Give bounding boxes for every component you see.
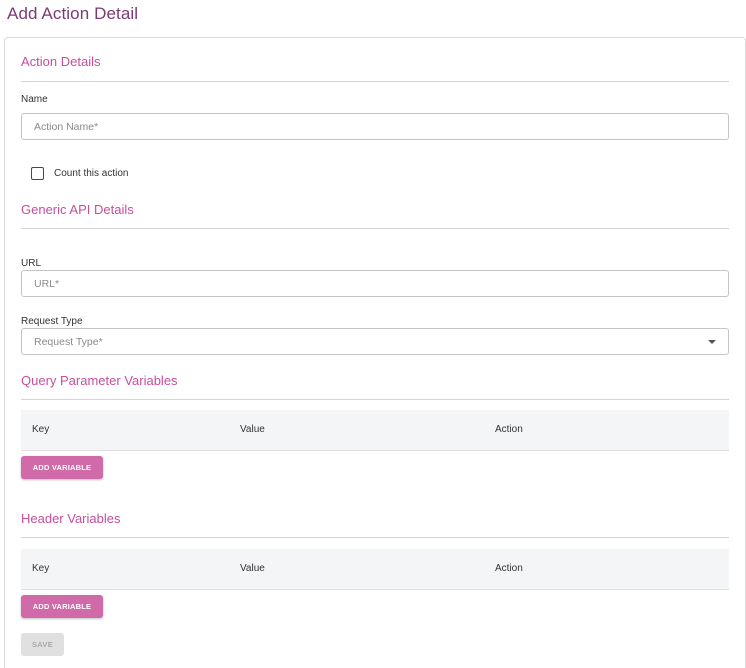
divider: [21, 228, 729, 229]
query-params-table-header: Key Value Action: [21, 410, 729, 451]
divider: [21, 537, 729, 538]
column-key: Key: [32, 563, 50, 574]
action-name-input[interactable]: [22, 114, 728, 139]
generic-api-title: Generic API Details: [21, 202, 134, 217]
header-variables-table-header: Key Value Action: [21, 549, 729, 590]
page-title: Add Action Detail: [7, 4, 139, 23]
count-action-checkbox[interactable]: [31, 166, 44, 180]
action-details-title: Action Details: [21, 54, 101, 69]
url-field: [21, 270, 729, 297]
action-name-field: [21, 113, 729, 140]
column-value: Value: [240, 563, 265, 574]
request-type-select[interactable]: Request Type*: [21, 328, 729, 355]
column-key: Key: [32, 424, 50, 435]
action-detail-card: Action Details Name Count this action Ge…: [4, 37, 746, 668]
divider: [21, 399, 729, 400]
count-action-row[interactable]: Count this action: [31, 166, 129, 180]
add-header-variable-button[interactable]: ADD VARIABLE: [21, 595, 103, 618]
save-button[interactable]: SAVE: [21, 633, 64, 656]
request-type-label: Request Type: [21, 316, 83, 327]
url-label: URL: [21, 258, 42, 269]
column-value: Value: [240, 424, 265, 435]
header-variables-title: Header Variables: [21, 511, 121, 526]
add-query-variable-button[interactable]: ADD VARIABLE: [21, 456, 103, 479]
url-input[interactable]: [22, 271, 728, 296]
count-action-label: Count this action: [54, 167, 129, 179]
column-action: Action: [495, 424, 523, 435]
name-label: Name: [21, 94, 48, 105]
request-type-placeholder: Request Type*: [34, 336, 103, 348]
query-params-title: Query Parameter Variables: [21, 373, 178, 388]
divider: [21, 81, 729, 82]
column-action: Action: [495, 563, 523, 574]
chevron-down-icon[interactable]: [708, 340, 716, 344]
